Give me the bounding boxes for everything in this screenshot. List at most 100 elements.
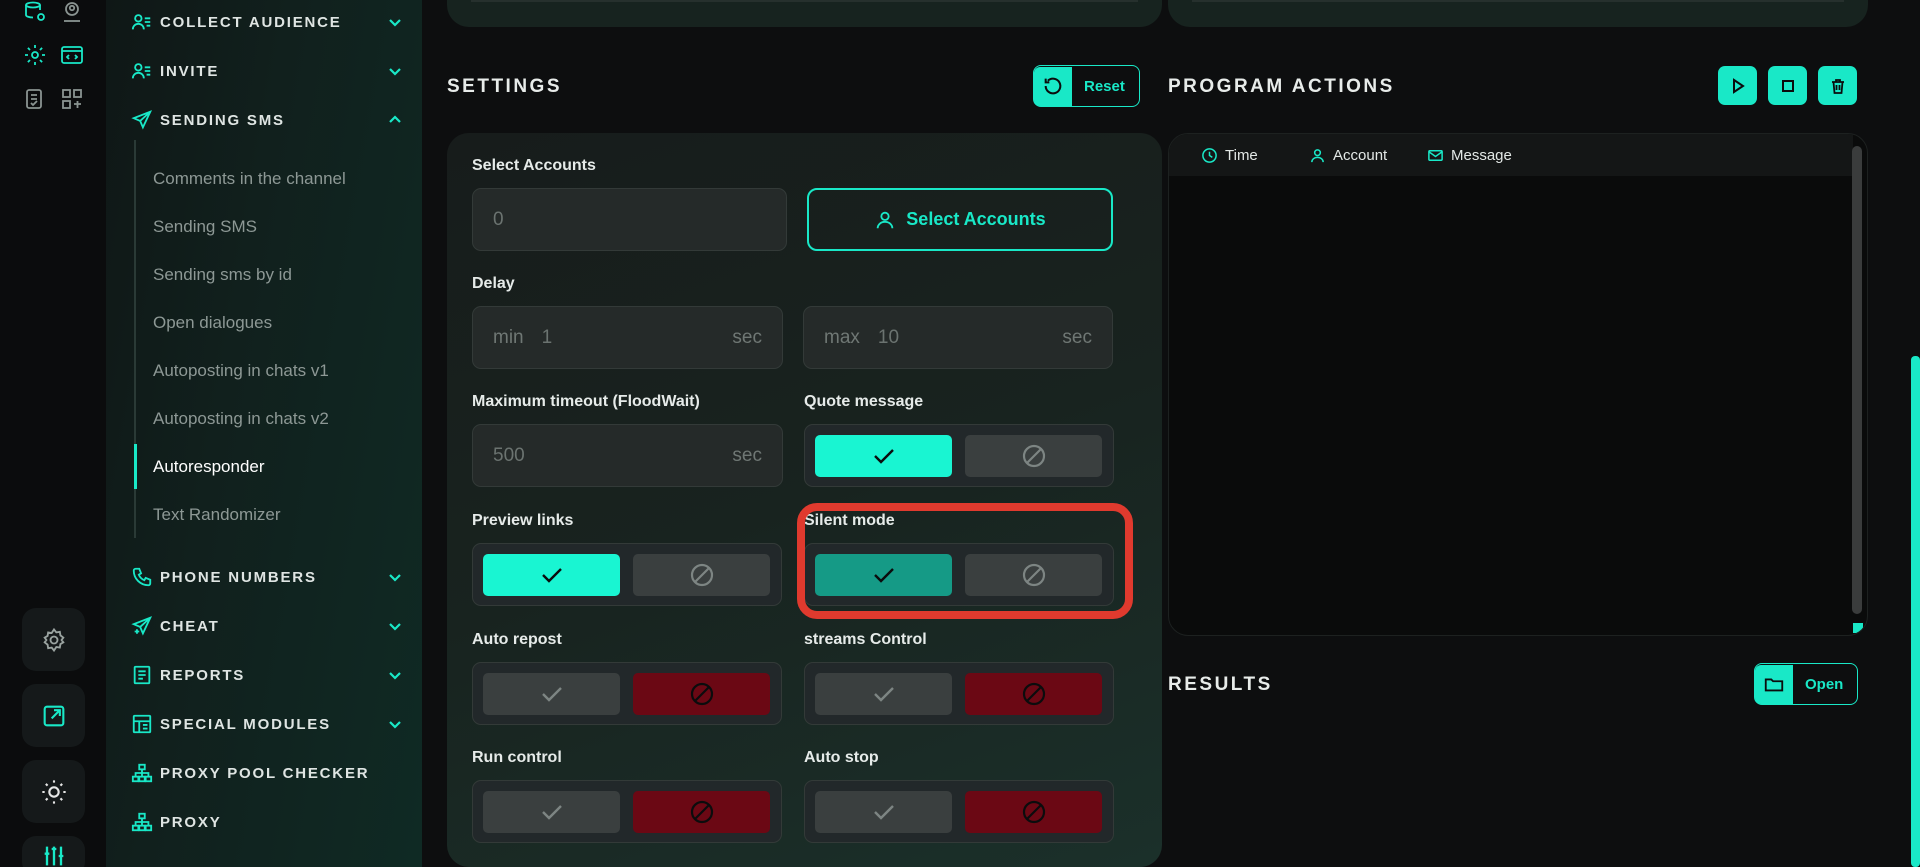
sidebar-section-phone-numbers[interactable]: PHONE NUMBERS [130,562,406,592]
run-control-on-option[interactable] [483,791,620,833]
send-plus-icon [130,614,154,638]
streams-control-on-option[interactable] [815,673,952,715]
preview-links-on-option[interactable] [483,554,620,596]
code-window-icon[interactable] [58,41,86,69]
open-results-button[interactable]: Open [1754,663,1859,705]
preview-links-off-option[interactable] [633,554,770,596]
ban-icon [1022,800,1045,824]
layout-icon[interactable] [58,85,86,113]
chevron-down-icon[interactable] [384,566,406,588]
check-icon [541,805,562,820]
sidebar-item-text-randomizer[interactable]: Text Randomizer [153,500,281,530]
sidebar-section-label: SPECIAL MODULES [160,715,331,733]
sidebar-section-special-modules[interactable]: SPECIAL MODULES [130,709,406,739]
folder-icon [1755,664,1793,704]
sidebar-item-open-dialogues[interactable]: Open dialogues [153,308,272,338]
gear-icon[interactable] [21,41,49,69]
phone-icon [130,565,154,589]
checklist-icon[interactable] [21,85,49,113]
sidebar-section-label: CHEAT [160,617,220,635]
top-card-right [1168,0,1868,27]
quote-message-on-option[interactable] [815,435,952,477]
sidebar-item-sending-sms-by-id[interactable]: Sending sms by id [153,260,292,290]
log-scrollbar[interactable] [1852,146,1862,614]
sidebar-section-sending-sms[interactable]: SENDING SMS [130,105,406,135]
chevron-up-icon[interactable] [384,109,406,131]
sidebar-section-cheat[interactable]: CHEAT [130,611,406,641]
page-scrollbar[interactable] [1911,356,1920,867]
paper-plane-icon [130,108,154,132]
sidebar-section-proxy[interactable]: PROXY [130,807,406,837]
chevron-down-icon[interactable] [384,11,406,33]
auto-stop-on-option[interactable] [815,791,952,833]
floodwait-label: Maximum timeout (FloodWait) [472,393,700,410]
chevron-down-icon[interactable] [384,60,406,82]
chevron-down-icon[interactable] [384,615,406,637]
log-resize-handle[interactable] [1853,623,1863,633]
sidebar-section-label: PROXY [160,813,222,831]
auto-stop-off-option[interactable] [965,791,1102,833]
streams-control-toggle [804,662,1114,725]
chevron-down-icon[interactable] [384,664,406,686]
streams-control-off-option[interactable] [965,673,1102,715]
main-content: SETTINGS Reset PROGRAM ACTIONS Select Ac… [422,0,1920,867]
sidebar-item-sending-sms[interactable]: Sending SMS [153,212,257,242]
check-icon [541,568,562,583]
stop-button[interactable] [1768,66,1807,105]
sidebar-section-collect-audience[interactable]: COLLECT AUDIENCE [130,7,406,37]
sidebar-item-comments-in-channel[interactable]: Comments in the channel [153,164,346,194]
delay-min-prefix: min [493,326,524,348]
check-icon [541,687,562,702]
ban-icon [1022,444,1045,468]
theme-toggle-button[interactable] [22,760,85,823]
external-link-button[interactable] [22,684,85,747]
delay-max-unit: sec [1062,326,1092,348]
user-badge-icon[interactable] [58,0,86,26]
icon-rail [0,0,106,867]
user-icon [877,211,894,228]
sidebar-item-autoresponder[interactable]: Autoresponder [153,452,265,482]
stop-icon [1781,79,1794,92]
delay-min-input[interactable]: min 1 sec [472,306,783,369]
delete-button[interactable] [1818,66,1857,105]
auto-repost-on-option[interactable] [483,673,620,715]
report-icon [130,663,154,687]
quote-message-off-option[interactable] [965,435,1102,477]
check-icon [873,449,894,464]
silent-mode-highlight [797,503,1133,619]
auto-repost-off-option[interactable] [633,673,770,715]
floodwait-unit: sec [732,444,762,466]
floodwait-input[interactable]: 500 sec [472,424,783,487]
run-control-label: Run control [472,749,562,766]
log-column-account: Account [1309,147,1387,164]
run-control-off-option[interactable] [633,791,770,833]
sidebar-section-reports[interactable]: REPORTS [130,660,406,690]
settings-title: SETTINGS [447,76,563,97]
select-accounts-button[interactable]: Select Accounts [807,188,1113,251]
sliders-button[interactable] [22,836,85,867]
preview-links-toggle [472,543,782,606]
chevron-down-icon[interactable] [384,713,406,735]
reset-button[interactable]: Reset [1033,65,1140,107]
submenu-active-indicator [134,444,137,489]
log-column-message: Message [1427,147,1512,164]
play-button[interactable] [1718,66,1757,105]
user-icon [1311,148,1324,162]
sidebar-item-autoposting-v2[interactable]: Autoposting in chats v2 [153,404,329,434]
database-settings-icon[interactable] [21,0,49,26]
sidebar-section-invite[interactable]: INVITE [130,56,406,86]
gear-icon [42,627,65,652]
settings-gear-button[interactable] [22,608,85,671]
sidebar-section-proxy-pool-checker[interactable]: PROXY POOL CHECKER [130,758,406,788]
sidebar-section-label: REPORTS [160,666,246,684]
sliders-icon [44,846,63,866]
sidebar-item-autoposting-v1[interactable]: Autoposting in chats v1 [153,356,329,386]
delay-max-input[interactable]: max 10 sec [803,306,1113,369]
accounts-count-input[interactable]: 0 [472,188,787,251]
run-control-toggle [472,780,782,843]
check-icon [873,687,894,702]
sidebar-section-label: COLLECT AUDIENCE [160,13,342,31]
quote-message-label: Quote message [804,393,924,410]
log-header: Time Account Message [1169,134,1853,176]
network-icon [130,810,154,834]
